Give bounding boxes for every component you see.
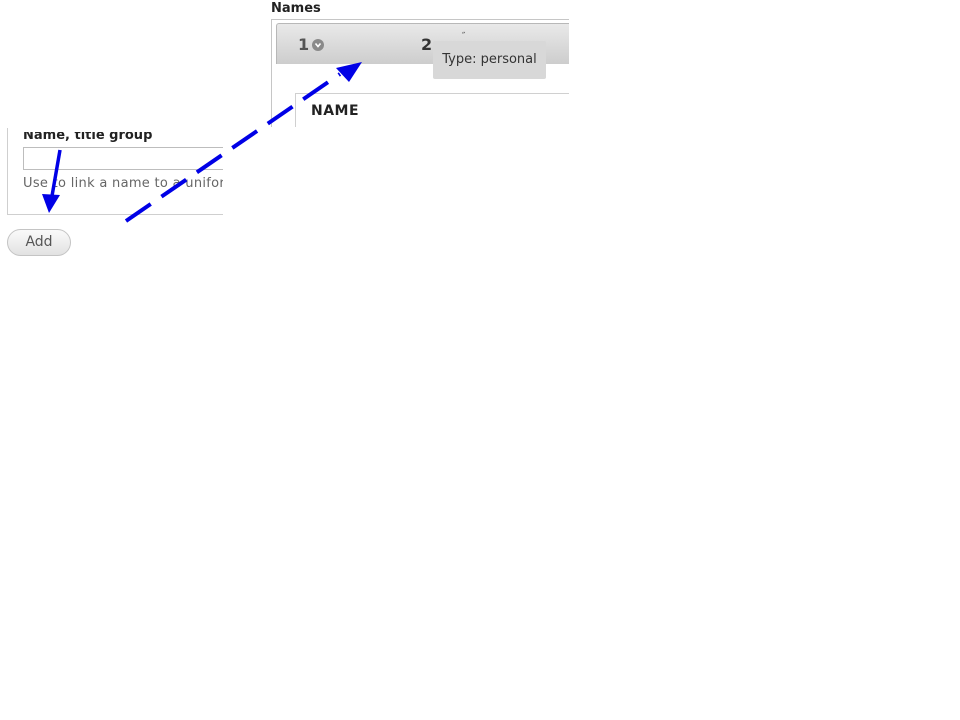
- tab-tooltip: Type: personal: [433, 41, 546, 79]
- page-canvas: Names 1 2 ˝ NAME Type: personal Name, ti…: [0, 0, 960, 720]
- name-column-header: NAME: [295, 93, 569, 127]
- tab-2-label: 2: [421, 35, 433, 54]
- add-button[interactable]: Add: [7, 229, 71, 256]
- title-group-fieldset: Name, title group Use to link a name to …: [7, 128, 223, 215]
- tab-name-2[interactable]: 2: [421, 35, 432, 54]
- title-group-field-label: Name, title group: [23, 128, 153, 143]
- tab-name-1[interactable]: 1: [298, 35, 325, 54]
- title-group-help-text: Use to link a name to a unifor: [23, 176, 223, 191]
- title-group-input[interactable]: [23, 147, 223, 170]
- chevron-down-icon[interactable]: [312, 38, 325, 51]
- names-section-label: Names: [271, 1, 321, 16]
- tab-1-label: 1: [298, 35, 310, 54]
- name-column-label: NAME: [311, 103, 360, 119]
